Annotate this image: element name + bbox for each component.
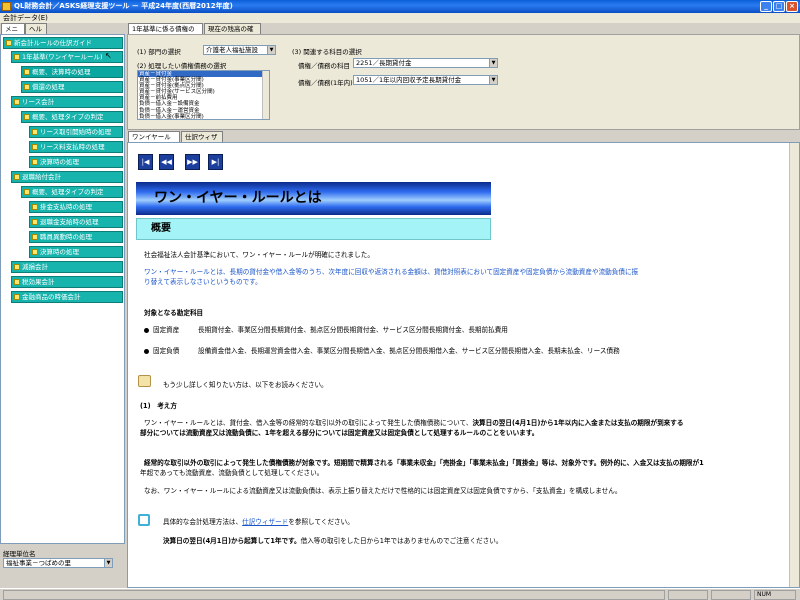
dept-label: (1) 部門の選択 <box>137 48 181 56</box>
memo-icon <box>138 375 151 387</box>
page-icon <box>32 144 38 150</box>
target-accounts-title: 対象となる勘定科目 <box>144 309 204 317</box>
concept-text-line2: 部分については流動資産又は流動負債に、1年を超える部分については固定資産又は固定… <box>140 429 539 437</box>
maximize-button[interactable]: □ <box>773 1 785 12</box>
subject1-select[interactable]: 2251／長期貸付金 ▼ <box>353 58 498 68</box>
tree-item-new-rules-guide[interactable]: 新会計ルールの仕訳ガイド <box>3 37 123 49</box>
debt-select-label: (2) 処理したい債権債務の選択 <box>137 62 227 70</box>
window-controls: _ □ × <box>760 1 798 12</box>
subject1-label: 債権／債務の科目 <box>298 62 350 70</box>
tree-item-retirement-benefit[interactable]: 退職給付会計 <box>11 171 123 183</box>
folder-icon <box>14 99 20 105</box>
bullet-icon <box>144 327 149 333</box>
status-message <box>3 590 665 600</box>
definition-text-line2: り替えて表示しなさいというものです。 <box>144 278 262 286</box>
tree-item-retirement-overview[interactable]: 概要、処理タイプの判定 <box>21 186 123 198</box>
list-item[interactable]: 負債－借入金(事業区分間) <box>138 114 269 119</box>
first-page-button[interactable]: |◀ <box>138 154 153 170</box>
menu-tree-panel: 新会計ルールの仕訳ガイド 1年基準(ワンイヤールール) 概要、決算時の処理 償還… <box>0 34 125 544</box>
wizard-reference-text: 具体的な会計処理方法は、仕訳ウィザードを参照してください。 <box>163 518 354 526</box>
status-bar: NUM <box>0 588 800 600</box>
num-lock-indicator: NUM <box>754 590 796 600</box>
title-bar: QL財務会計／ASKS経理支援ツール － 平成24年度(西暦2012年度) _ … <box>0 0 800 13</box>
tree-item-overview-closing[interactable]: 概要、決算時の処理 <box>21 66 123 78</box>
listbox-scrollbar[interactable] <box>262 71 269 119</box>
fixed-assets-list: 長期貸付金、事業区分間長期貸付金、拠点区分間長期貸付金、サービス区分間長期貸付金… <box>198 326 508 334</box>
subject2-select[interactable]: 1051／1年以内回収予定長期貸付金 ▼ <box>353 75 498 85</box>
tree-item-staff-transfer[interactable]: 職員異動時の処理 <box>29 231 123 243</box>
definition-text-line1: ワン・イヤー・ルールとは、長期の貸付金や借入金等のうち、次年度に回収や返済される… <box>144 268 639 276</box>
fixed-assets-row: 固定資産 <box>144 326 179 335</box>
concept-text-line1: ワン・イヤー・ルールとは、貸付金、借入金等の経常的な取引以外の取引によって発生し… <box>144 419 684 427</box>
bullet-icon <box>144 348 149 354</box>
page-icon <box>32 249 38 255</box>
page-title: ワン・イヤー・ルールとは <box>136 182 491 215</box>
page-icon <box>14 279 20 285</box>
last-page-button[interactable]: ▶| <box>208 154 223 170</box>
accounting-unit-select[interactable]: 福祉事業－つばめの里 ▼ <box>3 558 113 568</box>
folder-icon <box>14 54 20 60</box>
app-icon <box>2 2 11 11</box>
section-heading: 概要 <box>136 218 491 240</box>
tree-item-fair-value[interactable]: 金融商品の時価会計 <box>11 291 123 303</box>
menu-item-accounting-data[interactable]: 会計データ(E) <box>3 14 48 22</box>
tree-item-tax-effect[interactable]: 税効果会計 <box>11 276 123 288</box>
tree-item-repayment[interactable]: 償還の処理 <box>21 81 123 93</box>
exception-text-line2: 年超であっても流動資産、流動負債として処理してください。 <box>140 469 324 477</box>
page-icon <box>32 159 38 165</box>
page-icon <box>32 129 38 135</box>
intro-text: 社会福祉法人会計基準において、ワン・イヤー・ルールが明確にされました。 <box>144 251 374 259</box>
page-icon <box>32 204 38 210</box>
tree-item-retirement-payout[interactable]: 退職金支給時の処理 <box>29 216 123 228</box>
folder-icon <box>14 174 20 180</box>
folder-icon <box>6 40 12 46</box>
final-note: 決算日の翌日(4月1日)から起算して1年です。借入等の取引をした日から1年ではあ… <box>163 537 503 545</box>
tree-item-lease-overview[interactable]: 概要、処理タイプの判定 <box>21 111 123 123</box>
debt-type-listbox[interactable]: 資産－貸付金 資産－貸付金(事業区分間) 資産－貸付金(拠点区分間) 資産－貸付… <box>137 70 270 120</box>
minimize-button[interactable]: _ <box>760 1 772 12</box>
chevron-down-icon: ▼ <box>104 559 112 567</box>
content-scrollbar[interactable] <box>789 143 799 587</box>
help-content-area: |◀ ◀◀ ▶▶ ▶| ワン・イヤー・ルールとは 概要 社会福祉法人会計基準にお… <box>127 142 800 588</box>
tree-item-contribution-payment[interactable]: 掛金支払時の処理 <box>29 201 123 213</box>
page-icon <box>24 189 30 195</box>
page-icon <box>14 294 20 300</box>
window-title: QL財務会計／ASKS経理支援ツール － 平成24年度(西暦2012年度) <box>14 2 233 10</box>
prev-page-button[interactable]: ◀◀ <box>159 154 174 170</box>
tree-item-impairment[interactable]: 減損会計 <box>11 261 123 273</box>
concept-section-title: (1) 考え方 <box>140 402 177 410</box>
note-text: なお、ワン・イヤー・ルールによる流動資産又は流動負債は、表示上振り替えただけで性… <box>144 487 622 495</box>
menu-bar: 会計データ(E) <box>0 13 800 23</box>
fixed-liabilities-row: 固定負債 <box>144 347 179 356</box>
chevron-down-icon: ▼ <box>489 59 497 67</box>
mouse-cursor-icon: ↖ <box>105 51 112 60</box>
status-cell <box>668 590 708 600</box>
status-cell <box>711 590 751 600</box>
page-icon <box>24 69 30 75</box>
page-icon <box>24 84 30 90</box>
page-icon <box>32 219 38 225</box>
close-button[interactable]: × <box>786 1 798 12</box>
more-info-text: もう少し詳しく知りたい方は、以下をお読みください。 <box>163 381 328 389</box>
accounting-unit-label: 経理単位名 <box>3 550 36 558</box>
next-page-button[interactable]: ▶▶ <box>185 154 200 170</box>
fixed-liabilities-list: 設備資金借入金、長期運営資金借入金、事業区分間長期借入金、拠点区分間長期借入金、… <box>198 347 620 355</box>
page-icon <box>24 114 30 120</box>
page-icon <box>32 234 38 240</box>
subject2-label: 債権／債務(1年内) <box>298 79 353 87</box>
tree-item-lease-closing[interactable]: 決算時の処理 <box>29 156 123 168</box>
tree-item-retirement-closing[interactable]: 決算時の処理 <box>29 246 123 258</box>
journal-wizard-link[interactable]: 仕訳ウィザード <box>242 518 288 526</box>
accounting-unit-area: 経理単位名 福祉事業－つばめの里 ▼ <box>0 544 125 584</box>
tree-item-lease-accounting[interactable]: リース会計 <box>11 96 123 108</box>
related-subject-label: (3) 関連する科目の選択 <box>292 48 362 56</box>
chevron-down-icon: ▼ <box>267 46 275 54</box>
exception-text-line1: 経常的な取引以外の取引によって発生した債権債務が対象です。短期間で精算される「事… <box>144 459 704 467</box>
wizard-icon <box>138 514 150 526</box>
tree-item-lease-start[interactable]: リース取引開始時の処理 <box>29 126 123 138</box>
tree-item-lease-payment[interactable]: リース料支払時の処理 <box>29 141 123 153</box>
dept-select[interactable]: 介護老人福祉施設 ▼ <box>203 45 276 55</box>
page-icon <box>14 264 20 270</box>
chevron-down-icon: ▼ <box>489 76 497 84</box>
